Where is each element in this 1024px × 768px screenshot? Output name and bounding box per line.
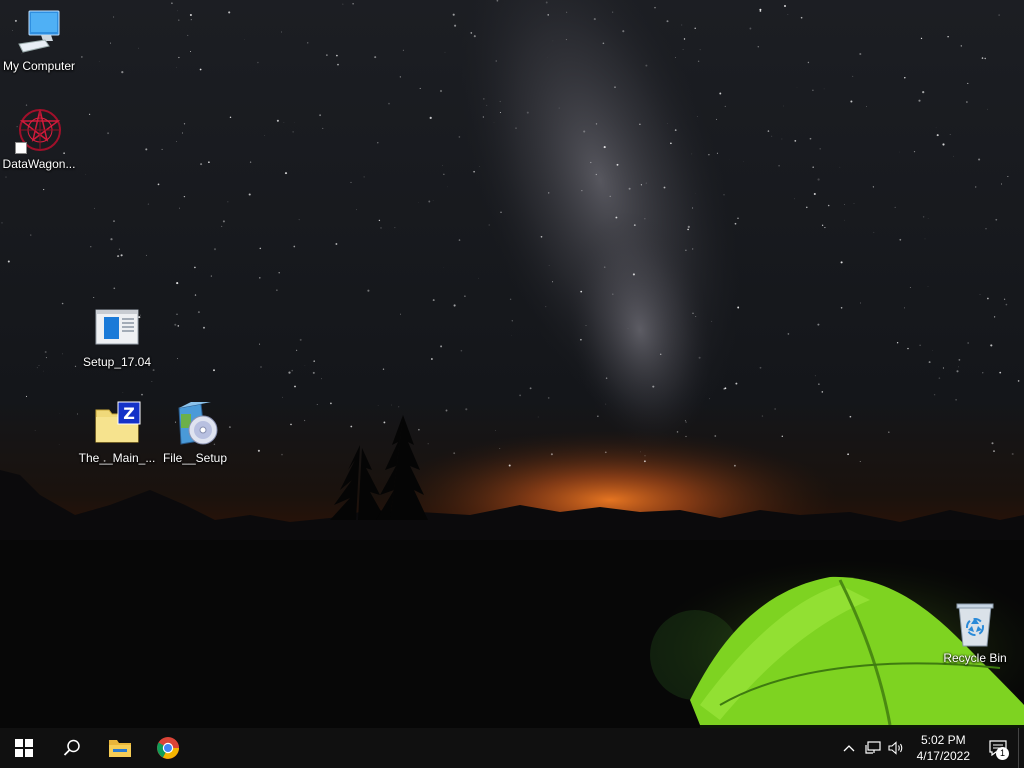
desktop-icon-label: Setup_17.04	[82, 355, 152, 369]
volume-icon	[888, 741, 902, 755]
network-button[interactable]	[861, 728, 885, 768]
network-icon	[865, 741, 881, 754]
installer-cd-icon	[171, 400, 219, 448]
desktop-icon-label: My Computer	[2, 59, 76, 73]
datawagon-icon	[15, 106, 63, 154]
file-explorer-button[interactable]	[96, 728, 144, 768]
recycle-bin-icon	[951, 600, 999, 648]
shortcut-arrow-icon	[15, 142, 27, 154]
taskbar: 5:02 PM 4/17/2022 1	[0, 728, 1024, 768]
file-explorer-icon	[109, 740, 131, 757]
show-hidden-icons-button[interactable]	[837, 728, 861, 768]
clock-date: 4/17/2022	[916, 749, 970, 763]
clock-time: 5:02 PM	[920, 733, 966, 747]
notification-count-badge: 1	[996, 747, 1009, 760]
desktop-icon-label: File__Setup	[162, 451, 228, 465]
start-button[interactable]	[0, 728, 48, 768]
desktop-icon-the-main[interactable]: Z The__Main_...	[79, 400, 155, 465]
setup-window-icon	[93, 304, 141, 352]
zip-folder-icon: Z	[93, 400, 141, 448]
desktop-icon-my-computer[interactable]: My Computer	[1, 8, 77, 73]
computer-icon	[15, 8, 63, 56]
chrome-button[interactable]	[144, 728, 192, 768]
desktop-icon-label: Recycle Bin	[943, 651, 1007, 665]
taskbar-clock[interactable]: 5:02 PM 4/17/2022	[909, 732, 978, 764]
system-tray: 5:02 PM 4/17/2022 1	[837, 728, 1024, 768]
desktop-icon-recycle-bin[interactable]: Recycle Bin	[937, 600, 1013, 665]
desktop-icon-setup[interactable]: Setup_17.04	[79, 304, 155, 369]
volume-button[interactable]	[885, 728, 909, 768]
svg-text:Z: Z	[123, 404, 135, 423]
search-button[interactable]	[48, 728, 96, 768]
chevron-up-icon	[843, 745, 855, 752]
desktop-icon-datawagon[interactable]: DataWagon...	[1, 106, 77, 171]
desktop-icon-label: The__Main_...	[78, 451, 156, 465]
windows-start-icon	[15, 739, 33, 757]
desktop-icon-file-setup[interactable]: File__Setup	[157, 400, 233, 465]
action-center-button[interactable]: 1	[978, 728, 1018, 768]
search-icon	[63, 739, 80, 756]
show-desktop-button[interactable]	[1018, 728, 1024, 768]
chrome-icon	[157, 737, 179, 759]
desktop-icon-label: DataWagon...	[2, 157, 76, 171]
